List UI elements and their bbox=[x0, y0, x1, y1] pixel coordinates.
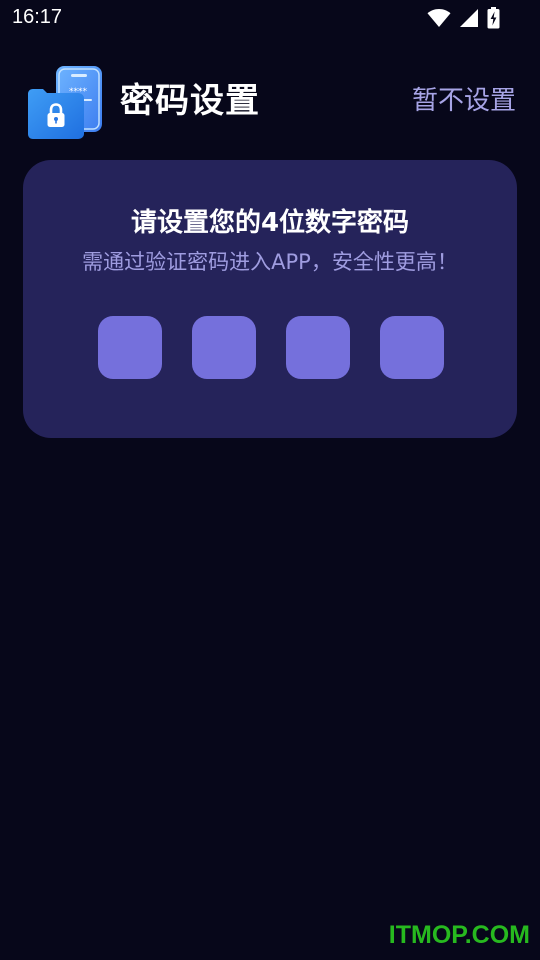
password-setup-card: 请设置您的4位数字密码 需通过验证密码进入APP，安全性更高！ bbox=[23, 160, 517, 438]
wifi-icon bbox=[427, 8, 451, 28]
pin-digit-1[interactable] bbox=[98, 316, 162, 379]
pin-digit-4[interactable] bbox=[380, 316, 444, 379]
password-phone-lock-icon: **** bbox=[26, 66, 104, 140]
header: **** 密码设置 暂不设置 bbox=[0, 60, 540, 142]
card-title: 请设置您的4位数字密码 bbox=[130, 208, 410, 238]
status-icons bbox=[427, 7, 500, 29]
watermark: ITMOP.COM bbox=[388, 921, 530, 949]
page-title: 密码设置 bbox=[120, 81, 260, 121]
battery-charging-icon bbox=[487, 7, 500, 29]
pin-digit-3[interactable] bbox=[286, 316, 350, 379]
card-subtitle: 需通过验证密码进入APP，安全性更高！ bbox=[82, 250, 458, 274]
status-bar: 16:17 bbox=[0, 0, 540, 36]
screen: 16:17 **** 密码设置 暂不设置 请设置您的4位数字密码 需通过验证密码… bbox=[0, 0, 540, 960]
cellular-signal-icon bbox=[459, 8, 479, 28]
skip-button[interactable]: 暂不设置 bbox=[412, 84, 516, 118]
pin-digit-2[interactable] bbox=[192, 316, 256, 379]
status-time: 16:17 bbox=[12, 6, 63, 28]
pin-input-row[interactable] bbox=[98, 316, 444, 379]
